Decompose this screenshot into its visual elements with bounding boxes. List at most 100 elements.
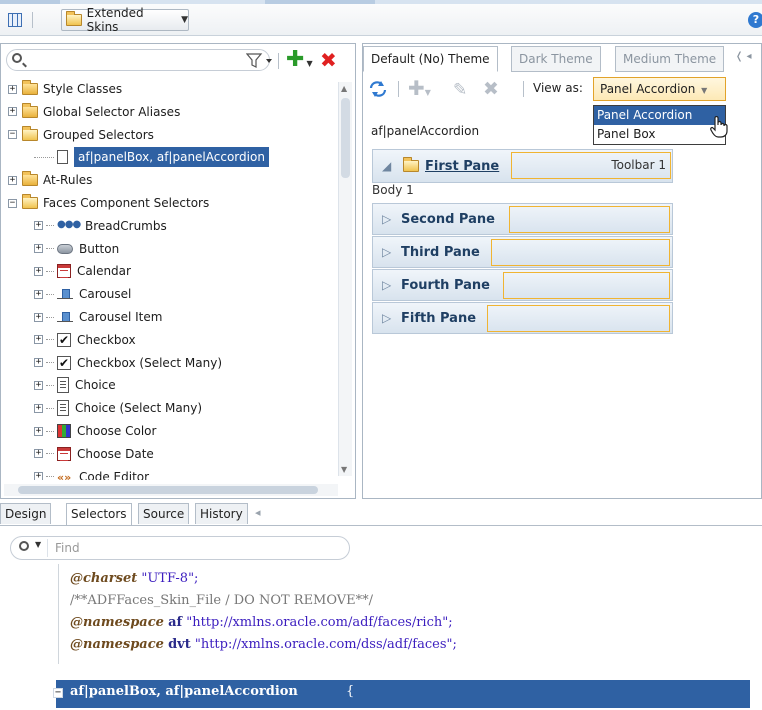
vertical-scrollbar[interactable]: ▲ ▼ — [338, 82, 352, 476]
remove-icon[interactable]: ✖ — [483, 78, 499, 100]
collapse-icon[interactable]: − — [53, 688, 63, 698]
pane-toolbar — [491, 239, 670, 266]
gutter-line — [58, 564, 59, 664]
tree-item[interactable]: + ●●● BreadCrumbs — [34, 215, 167, 237]
pane-toolbar — [487, 305, 670, 332]
chevron-down-icon: ▼ — [181, 15, 188, 25]
tree-item[interactable]: + «» Code Editor — [34, 466, 149, 480]
tree-item[interactable]: + ✔ Checkbox (Select Many) — [34, 352, 222, 374]
tree-item-label: Choice (Select Many) — [75, 401, 203, 416]
accordion-pane[interactable]: ▷ Third Pane — [372, 236, 673, 268]
calendar-icon — [57, 264, 71, 279]
tab-source[interactable]: Source — [138, 503, 190, 524]
scroll-thumb[interactable] — [18, 486, 318, 494]
collapse-icon[interactable]: − — [8, 198, 17, 208]
collapse-icon[interactable]: − — [8, 130, 17, 140]
expand-icon[interactable]: + — [34, 358, 43, 368]
selector-tree: + Style Classes + Global Selector Aliases − G… — [8, 78, 336, 480]
tree-item[interactable]: + Carousel — [34, 283, 131, 305]
accordion-pane[interactable]: ▷ Fifth Pane — [372, 302, 673, 334]
help-icon[interactable]: ? — [748, 12, 762, 28]
accordion-pane[interactable]: ▷ Second Pane — [372, 203, 673, 235]
edit-icon[interactable]: ✎ — [453, 80, 467, 100]
tree-item[interactable]: + Calendar — [34, 260, 131, 282]
search-input[interactable] — [6, 49, 270, 71]
tree-item-label: Choose Color — [77, 424, 157, 438]
filter-icon[interactable] — [245, 53, 276, 72]
tree-item[interactable]: + Choice — [34, 374, 116, 396]
expand-icon[interactable]: + — [34, 426, 43, 436]
expand-icon[interactable]: + — [34, 312, 43, 322]
tab-default-theme[interactable]: Default (No) Theme — [363, 46, 498, 72]
string: "UTF-8"; — [141, 571, 199, 586]
tab-medium-theme[interactable]: Medium Theme — [615, 46, 725, 72]
tab-design[interactable]: Design — [0, 503, 52, 524]
tree-item[interactable]: + Style Classes — [8, 78, 122, 100]
color-icon — [57, 424, 71, 438]
tree-item[interactable]: + Choose Date — [34, 443, 154, 465]
pane-title: Third Pane — [401, 245, 480, 260]
tab-history[interactable]: History — [195, 503, 248, 524]
add-icon[interactable]: ✚ ▼ — [286, 49, 313, 72]
tree-item[interactable]: + Button — [34, 238, 119, 260]
delete-icon[interactable]: ✖ — [320, 50, 337, 70]
tab-selectors[interactable]: Selectors — [66, 503, 132, 525]
folder-icon — [22, 102, 38, 118]
option-panel-accordion[interactable]: Panel Accordion — [594, 106, 725, 125]
expand-icon[interactable]: + — [34, 244, 43, 254]
refresh-icon[interactable] — [368, 80, 388, 101]
tree-item-label: Carousel — [79, 287, 132, 302]
chevron-down-icon: ▼ — [701, 86, 708, 95]
horizontal-scrollbar[interactable] — [4, 484, 338, 496]
tree-item[interactable]: − Grouped Selectors — [8, 124, 154, 146]
toolbar-separator — [32, 12, 33, 28]
option-panel-box[interactable]: Panel Box — [594, 125, 725, 144]
selected-code-line[interactable]: − af|panelBox, af|panelAccordion { — [53, 680, 750, 708]
pane-body: Body 1 — [372, 183, 414, 197]
expand-icon[interactable]: + — [8, 175, 17, 185]
expand-icon[interactable]: + — [34, 449, 43, 459]
tab-scroll-icon[interactable]: ❬ ◂ — [735, 51, 752, 62]
view-as-dropdown: Panel Accordion Panel Box — [593, 105, 726, 145]
tree-item[interactable]: + Global Selector Aliases — [8, 101, 180, 123]
expand-icon[interactable]: + — [34, 403, 43, 413]
tree-item[interactable]: − Faces Component Selectors — [8, 192, 209, 214]
expanded-triangle-icon: ◢ — [382, 159, 392, 173]
scroll-down-icon[interactable]: ▼ — [341, 465, 347, 474]
scroll-up-icon[interactable]: ▲ — [341, 84, 347, 93]
tree-item[interactable]: + Choose Color — [34, 420, 156, 442]
expand-icon[interactable]: + — [34, 221, 43, 231]
find-input[interactable]: ▼ Find — [10, 536, 350, 560]
tree-item[interactable]: + Carousel Item — [34, 306, 162, 328]
pane-title: Fifth Pane — [401, 311, 477, 326]
tree-item[interactable]: + ✔ Checkbox — [34, 329, 136, 351]
expand-icon[interactable]: + — [34, 380, 43, 390]
open-brace: { — [346, 684, 355, 699]
expand-icon[interactable]: + — [34, 266, 43, 276]
folder-open-icon — [403, 157, 419, 172]
tree-connector — [46, 339, 54, 341]
tree-item-label: Choose Date — [77, 446, 154, 461]
folder-open-icon — [66, 11, 82, 26]
view-as-select[interactable]: Panel Accordion ▼ — [593, 77, 726, 101]
tab-scroll-left-icon[interactable]: ◂ — [255, 506, 261, 519]
tab-dark-theme[interactable]: Dark Theme — [511, 46, 601, 72]
expand-icon[interactable]: + — [8, 84, 17, 94]
expand-icon[interactable]: + — [34, 335, 43, 345]
expand-icon[interactable]: + — [8, 107, 17, 117]
tree-item[interactable]: + At-Rules — [8, 169, 92, 191]
scroll-thumb[interactable] — [341, 98, 350, 178]
tree-item[interactable]: af|panelBox, af|panelAccordion — [34, 146, 269, 168]
extended-skins-dropdown[interactable]: Extended Skins ▼ — [61, 6, 189, 34]
tree-item-label: Checkbox — [77, 332, 136, 347]
string: "http://xmlns.oracle.com/dss/adf/faces"; — [194, 637, 457, 652]
add-rule-icon[interactable]: ✚▼ — [408, 78, 431, 103]
expand-icon[interactable]: + — [34, 472, 43, 480]
layout-toggle-icon[interactable] — [8, 13, 22, 27]
tree-item[interactable]: + Choice (Select Many) — [34, 397, 202, 419]
expand-icon[interactable]: + — [34, 289, 43, 299]
tree-connector — [46, 270, 54, 272]
tree-item-label: Carousel Item — [79, 310, 163, 324]
accordion-pane[interactable]: ▷ Fourth Pane — [372, 269, 673, 301]
accordion-pane-first[interactable]: ◢ First Pane Toolbar 1 — [372, 149, 673, 183]
